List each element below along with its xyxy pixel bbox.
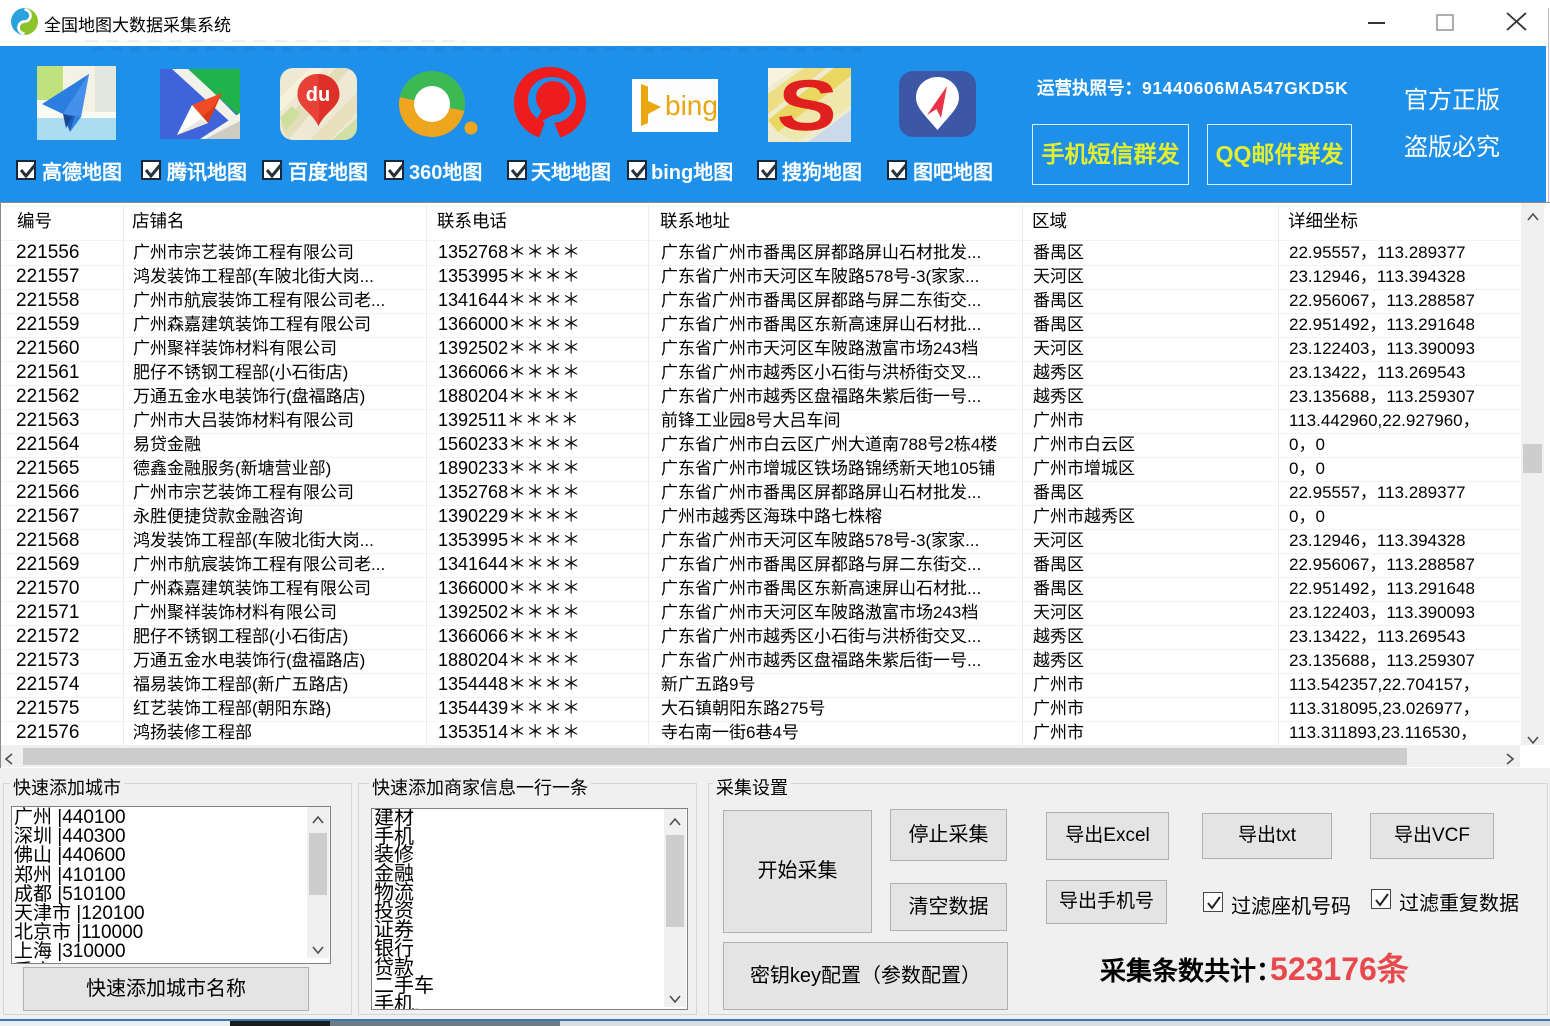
svg-text:S: S bbox=[775, 68, 841, 142]
svg-text:bing: bing bbox=[665, 90, 718, 121]
svg-text:du: du bbox=[306, 84, 330, 106]
